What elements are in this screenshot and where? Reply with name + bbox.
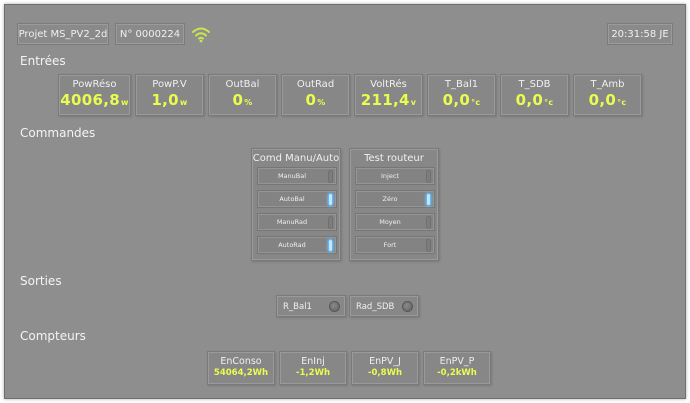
counter-value: -0,8Wh	[367, 368, 402, 378]
router-test-panel: Test routeur Inject Zéro Moyen Fort	[349, 148, 439, 261]
counter-label: EnConso	[220, 356, 262, 367]
input-tile-powreso: PowRéso 4006,8w	[58, 74, 131, 116]
toggle-switch[interactable]	[328, 239, 333, 252]
section-title-outputs: Sorties	[20, 274, 62, 288]
command-label: AutoRad	[278, 241, 306, 249]
command-label: Fort	[383, 241, 397, 249]
command-label: ManuRad	[276, 218, 308, 226]
toggle-switch[interactable]	[426, 239, 431, 252]
panel-title: Test routeur	[364, 153, 424, 164]
command-autorad[interactable]: AutoRad	[257, 236, 337, 254]
serial-number: N° 0000224	[115, 23, 185, 45]
counter-label: EnPV_J	[369, 356, 401, 367]
output-label: Rad_SDB	[356, 302, 395, 312]
input-value: 0,0°c	[442, 91, 481, 109]
input-label: OutRad	[296, 79, 335, 90]
command-fort[interactable]: Fort	[355, 236, 435, 254]
counter-eninj: EnInj -1,2Wh	[279, 351, 347, 385]
manual-auto-panel: Comd Manu/Auto ManuBal AutoBal ManuRad A…	[251, 148, 341, 261]
input-label: PowP.V	[152, 79, 187, 90]
section-title-commands: Commandes	[20, 126, 96, 140]
command-label: Inject	[381, 172, 399, 180]
status-led-icon	[402, 301, 413, 312]
status-led-icon	[329, 301, 340, 312]
toggle-switch[interactable]	[328, 170, 333, 183]
counter-value: -1,2Wh	[295, 368, 330, 378]
counter-enpv-j: EnPV_J -0,8Wh	[351, 351, 419, 385]
input-tile-outbal: OutBal 0%	[208, 74, 277, 116]
command-label: ManuBal	[277, 172, 307, 180]
counter-enpv-p: EnPV_P -0,2kWh	[423, 351, 491, 385]
section-title-counters: Compteurs	[20, 329, 86, 343]
input-value: 1,0w	[151, 91, 188, 109]
input-value: 0,0°c	[515, 91, 554, 109]
output-rad-sdb: Rad_SDB	[349, 295, 419, 317]
output-r-bal1: R_Bal1	[276, 295, 346, 317]
command-moyen[interactable]: Moyen	[355, 213, 435, 231]
input-value: 0%	[305, 91, 326, 109]
counter-label: EnInj	[301, 356, 325, 367]
input-label: T_SDB	[518, 79, 551, 90]
command-label: AutoBal	[279, 195, 305, 203]
input-label: T_Bal1	[444, 79, 479, 90]
toggle-switch[interactable]	[328, 193, 333, 206]
counter-enconso: EnConso 54064,2Wh	[207, 351, 275, 385]
input-value: 4006,8w	[60, 91, 129, 109]
project-name: Projet MS_PV2_2d	[17, 23, 109, 45]
counter-label: EnPV_P	[439, 356, 475, 367]
input-tile-tsdb: T_SDB 0,0°c	[500, 74, 569, 116]
command-zero[interactable]: Zéro	[355, 190, 435, 208]
toggle-switch[interactable]	[426, 193, 431, 206]
counter-value: 54064,2Wh	[213, 368, 269, 378]
toggle-switch[interactable]	[328, 216, 333, 229]
command-inject[interactable]: Inject	[355, 167, 435, 185]
input-value: 0%	[232, 91, 253, 109]
command-manubal[interactable]: ManuBal	[257, 167, 337, 185]
input-label: OutBal	[225, 79, 260, 90]
clock: 20:31:58 JE	[607, 23, 673, 45]
wifi-icon	[192, 27, 210, 43]
command-label: Zéro	[382, 195, 398, 203]
input-tile-voltres: VoltRés 211,4v	[354, 74, 423, 116]
input-tile-tbal1: T_Bal1 0,0°c	[427, 74, 496, 116]
section-title-inputs: Entrées	[20, 54, 66, 68]
input-label: VoltRés	[370, 79, 407, 90]
input-tile-powpv: PowP.V 1,0w	[135, 74, 204, 116]
command-autobal[interactable]: AutoBal	[257, 190, 337, 208]
toggle-switch[interactable]	[426, 170, 431, 183]
dashboard-frame: Projet MS_PV2_2d N° 0000224 20:31:58 JE …	[4, 4, 686, 399]
command-manurad[interactable]: ManuRad	[257, 213, 337, 231]
toggle-switch[interactable]	[426, 216, 431, 229]
input-tile-tamb: T_Amb 0,0°c	[573, 74, 642, 116]
command-label: Moyen	[379, 218, 401, 226]
panel-title: Comd Manu/Auto	[252, 153, 340, 164]
input-value: 0,0°c	[588, 91, 627, 109]
input-tile-outrad: OutRad 0%	[281, 74, 350, 116]
input-value: 211,4v	[360, 91, 417, 109]
input-label: T_Amb	[590, 79, 625, 90]
input-label: PowRéso	[72, 79, 117, 90]
output-label: R_Bal1	[283, 302, 312, 312]
counter-value: -0,2kWh	[437, 368, 477, 378]
